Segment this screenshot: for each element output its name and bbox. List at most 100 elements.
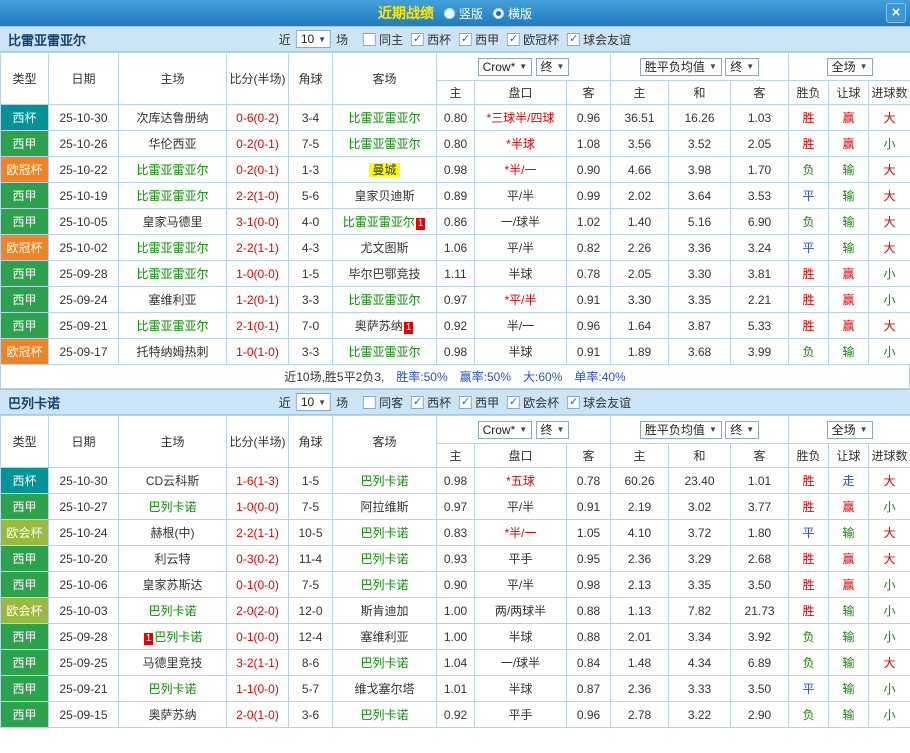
corner-cell: 3-6 <box>288 701 333 728</box>
col-type: 类型 <box>0 415 49 468</box>
checkbox-icon[interactable]: ✓ <box>507 395 521 409</box>
checkbox-icon[interactable]: ✓ <box>411 32 425 46</box>
avg-home-cell: 3.56 <box>610 130 670 157</box>
match-row: 西甲 25-09-21 巴列卡诺 1-1(0-0) 5-7 维戈塞尔塔 1.01 半球 0.87… <box>0 675 910 702</box>
col-avg-home: 主 <box>610 80 670 105</box>
league-filter-checkbox[interactable]: 同主 <box>363 31 403 48</box>
avg-away-cell: 6.89 <box>730 649 790 676</box>
let-cell: 输 <box>828 701 870 728</box>
league-filter-checkbox[interactable]: ✓ 欧会杯 <box>507 394 559 411</box>
away-odds-cell: 0.96 <box>565 104 612 131</box>
score-cell: 2-1(0-1) <box>226 312 289 339</box>
away-team-cell: 奥萨苏纳 1 <box>332 312 437 339</box>
scope-select[interactable]: 全场 ▼ <box>826 57 873 76</box>
away-odds-cell: 1.02 <box>565 208 612 235</box>
summary-odd-rate: 单率:40% <box>574 370 626 384</box>
col-odds-away: 客 <box>565 80 612 105</box>
checkbox-icon[interactable] <box>363 395 377 409</box>
checkbox-icon[interactable]: ✓ <box>459 395 473 409</box>
handicap-cell: 半球 <box>474 623 567 650</box>
league-filter-checkbox[interactable]: ✓ 西甲 <box>459 31 499 48</box>
final-avg-select[interactable]: 终 ▼ <box>725 420 760 439</box>
league-filter-checkbox[interactable]: ✓ 西杯 <box>411 31 451 48</box>
home-team-cell: 马德里竞技 <box>118 649 227 676</box>
goals-cell: 大 <box>868 156 910 183</box>
team-name: 托特纳姆热刺 <box>136 345 208 359</box>
team-name-label: 奥萨苏纳 <box>148 708 197 722</box>
close-icon[interactable]: × <box>886 3 906 23</box>
radio-icon[interactable] <box>443 7 455 19</box>
col-handicap: 盘口 <box>474 80 567 105</box>
league-filter-checkbox[interactable]: ✓ 西甲 <box>459 394 499 411</box>
avg-away-cell: 1.03 <box>730 104 790 131</box>
bookmaker-select[interactable]: Crow* ▼ <box>477 57 533 76</box>
match-row: 西甲 25-10-06 皇家苏斯达 0-1(0-0) 7-5 巴列卡诺 0.90 平/半 0.9… <box>0 571 910 598</box>
home-odds-cell: 1.00 <box>436 623 475 650</box>
team-name-label: 利云特 <box>154 552 191 566</box>
let-cell: 输 <box>828 208 870 235</box>
league-filter-checkbox[interactable]: ✓ 欧冠杯 <box>507 31 559 48</box>
layout-option-horizontal[interactable]: 横版 <box>493 5 532 22</box>
final-odds-select[interactable]: 终 ▼ <box>535 57 570 76</box>
corner-cell: 12-0 <box>288 597 333 624</box>
avg-home-cell: 2.05 <box>610 260 670 287</box>
league-filter-checkbox[interactable]: ✓ 球会友谊 <box>567 31 631 48</box>
score-cell: 2-0(1-0) <box>226 701 289 728</box>
checkbox-icon[interactable]: ✓ <box>411 395 425 409</box>
checkbox-icon[interactable]: ✓ <box>459 32 473 46</box>
scope-select[interactable]: 全场 ▼ <box>826 420 873 439</box>
checkbox-icon[interactable]: ✓ <box>567 395 581 409</box>
date-cell: 25-09-28 <box>48 623 119 650</box>
col-corner: 角球 <box>288 52 333 105</box>
team-name-label: 巴列卡诺 <box>360 526 409 540</box>
final-odds-select[interactable]: 终 ▼ <box>535 420 570 439</box>
avg-away-cell: 2.90 <box>730 701 790 728</box>
team-name-label: 比雷亚雷亚尔 <box>136 241 209 255</box>
col-goals: 进球数 <box>868 80 910 105</box>
league-filter-checkbox[interactable]: 同客 <box>363 394 403 411</box>
handicap-cell: 半球 <box>474 338 567 365</box>
goals-cell: 小 <box>868 286 910 313</box>
checkbox-icon[interactable]: ✓ <box>567 32 581 46</box>
handicap-cell: *五球 <box>474 467 567 494</box>
result-cell: 胜 <box>788 493 830 520</box>
team-name-label: 巴列卡诺 <box>360 578 409 592</box>
layout-option-vertical[interactable]: 竖版 <box>443 5 483 22</box>
avg-home-cell: 2.01 <box>610 623 670 650</box>
goals-cell: 小 <box>868 130 910 157</box>
team-name: 比雷亚雷亚尔 <box>348 137 420 151</box>
result-cell: 平 <box>788 182 830 209</box>
col-avg-draw: 和 <box>668 443 732 468</box>
games-count-select[interactable]: 10 ▼ <box>295 393 332 411</box>
team-name: 华伦西亚 <box>148 137 196 151</box>
checkbox-label: 欧会杯 <box>523 395 560 410</box>
avg-draw-cell: 3.98 <box>668 156 732 183</box>
games-count-select[interactable]: 10 ▼ <box>295 30 332 48</box>
checkbox-icon[interactable]: ✓ <box>507 32 521 46</box>
date-cell: 25-09-28 <box>48 260 119 287</box>
avg-draw-cell: 16.26 <box>668 104 732 131</box>
avg-away-cell: 3.24 <box>730 234 790 261</box>
chevron-down-icon: ▼ <box>708 425 717 434</box>
score-cell: 0-2(0-1) <box>226 156 289 183</box>
radio-label: 横版 <box>508 6 533 21</box>
checkbox-icon[interactable] <box>363 32 377 46</box>
avg-odds-select[interactable]: 胜平负均值 ▼ <box>639 420 722 439</box>
match-row: 欧会杯 25-10-03 巴列卡诺 2-0(2-0) 12-0 斯肯迪加 1.00 两/两球半… <box>0 597 910 624</box>
team-name: 皇家马德里 <box>142 215 202 229</box>
away-odds-cell: 0.84 <box>565 649 612 676</box>
score-cell: 1-0(0-0) <box>226 260 289 287</box>
avg-odds-select[interactable]: 胜平负均值 ▼ <box>639 57 722 76</box>
handicap-cell: 半球 <box>474 675 567 702</box>
league-filter-checkbox[interactable]: ✓ 西杯 <box>411 394 451 411</box>
col-date: 日期 <box>48 52 119 105</box>
final-avg-select[interactable]: 终 ▼ <box>725 57 760 76</box>
league-filter-checkbox[interactable]: ✓ 球会友谊 <box>567 394 631 411</box>
avg-away-cell: 3.99 <box>730 338 790 365</box>
handicap-cell: *半/一 <box>474 156 567 183</box>
radio-icon[interactable] <box>493 7 504 19</box>
bookmaker-select[interactable]: Crow* ▼ <box>477 420 533 439</box>
league-cell: 西甲 <box>0 649 49 676</box>
team-name: 比雷亚雷亚尔 <box>136 319 208 333</box>
score-cell: 3-1(0-0) <box>226 208 289 235</box>
